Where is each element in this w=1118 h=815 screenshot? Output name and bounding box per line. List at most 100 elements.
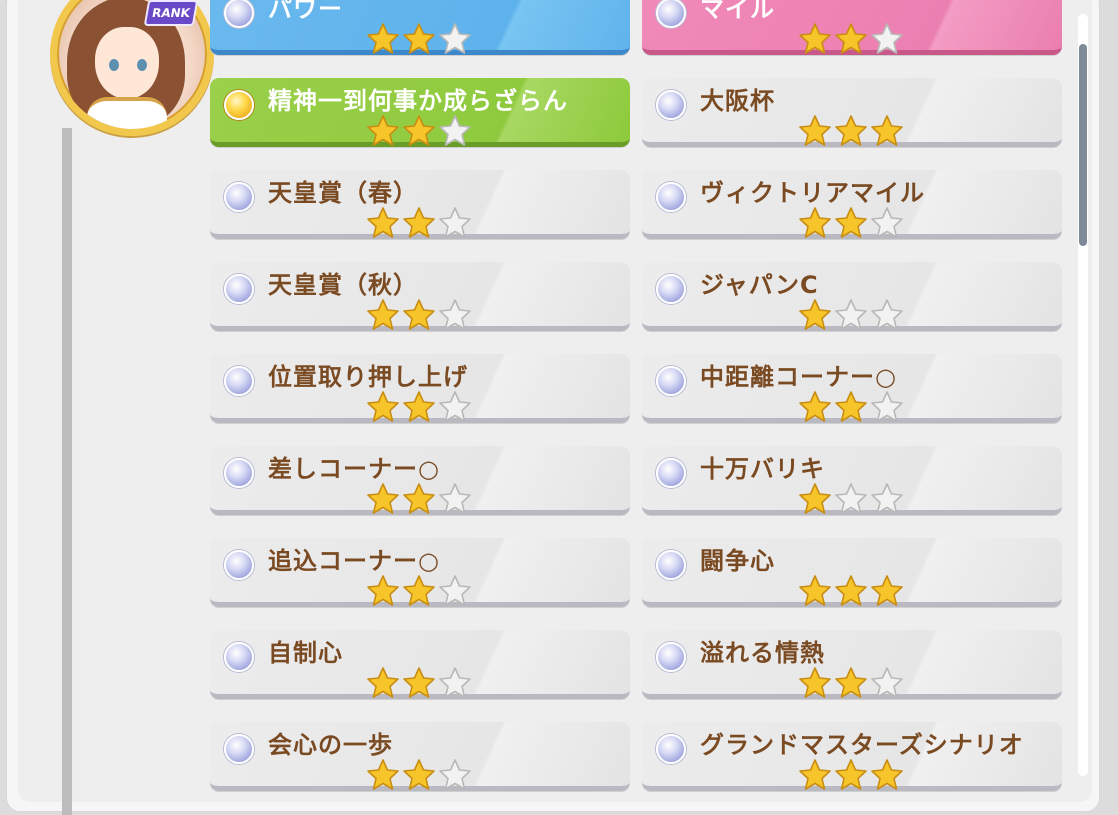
star-rating (798, 482, 904, 514)
skill-label: ジャパンC (700, 271, 819, 299)
silver-orb-icon (224, 366, 254, 396)
silver-orb-icon (656, 550, 686, 580)
star-filled-icon (403, 299, 435, 330)
star-filled-icon (367, 759, 399, 790)
star-empty-icon (439, 483, 471, 514)
star-filled-icon (367, 575, 399, 606)
star-filled-icon (367, 667, 399, 698)
star-empty-icon (835, 483, 867, 514)
skill-label: 位置取り押し上げ (268, 363, 468, 391)
star-rating (366, 758, 472, 790)
skill-label: 差しコーナー○ (268, 455, 440, 483)
star-empty-icon (439, 23, 471, 54)
portrait-eye-right (137, 59, 147, 71)
star-rating (366, 298, 472, 330)
skill-card[interactable]: 溢れる情熱 (642, 630, 1062, 699)
skill-card[interactable]: 追込コーナー○ (210, 538, 630, 607)
silver-orb-icon (224, 182, 254, 212)
star-rating (798, 390, 904, 422)
scrollbar-thumb[interactable] (1079, 44, 1087, 246)
silver-orb-icon (656, 734, 686, 764)
star-filled-icon (403, 391, 435, 422)
star-filled-icon (871, 759, 903, 790)
skill-card[interactable]: 精神一到何事か成らざらん (210, 78, 630, 147)
portrait-face (95, 27, 159, 99)
silver-orb-icon (224, 550, 254, 580)
star-rating (798, 298, 904, 330)
star-rating (798, 574, 904, 606)
gold-orb-icon (224, 90, 254, 120)
silver-orb-icon (224, 274, 254, 304)
skill-label: グランドマスターズシナリオ (700, 731, 1024, 759)
star-filled-icon (367, 483, 399, 514)
skill-card[interactable]: 差しコーナー○ (210, 446, 630, 515)
star-rating (366, 390, 472, 422)
skill-label: 精神一到何事か成らざらん (268, 87, 568, 115)
silver-orb-icon (224, 642, 254, 672)
star-filled-icon (799, 207, 831, 238)
star-empty-icon (871, 483, 903, 514)
silver-orb-icon (656, 642, 686, 672)
skill-card[interactable]: 十万バリキ (642, 446, 1062, 515)
star-rating (798, 22, 904, 54)
skill-card[interactable]: パワー (210, 0, 630, 55)
timeline-bar (62, 128, 72, 815)
skill-card[interactable]: 会心の一歩 (210, 722, 630, 791)
star-rating (798, 206, 904, 238)
skill-card[interactable]: ヴィクトリアマイル (642, 170, 1062, 239)
skill-label: 十万バリキ (700, 455, 825, 483)
skill-card[interactable]: 天皇賞（春） (210, 170, 630, 239)
star-empty-icon (439, 299, 471, 330)
silver-orb-icon (224, 734, 254, 764)
skill-label: 自制心 (268, 639, 343, 667)
rank-badge: RANK (143, 0, 199, 26)
star-filled-icon (835, 759, 867, 790)
skill-label: 会心の一歩 (268, 731, 393, 759)
star-rating (798, 666, 904, 698)
skill-label: 中距離コーナー○ (700, 363, 897, 391)
silver-orb-icon (224, 458, 254, 488)
star-empty-icon (439, 207, 471, 238)
skill-label: ヴィクトリアマイル (700, 179, 925, 207)
star-empty-icon (439, 667, 471, 698)
star-empty-icon (439, 115, 471, 146)
star-filled-icon (367, 391, 399, 422)
star-rating (366, 206, 472, 238)
star-filled-icon (835, 23, 867, 54)
star-rating (366, 114, 472, 146)
silver-orb-icon (224, 0, 254, 28)
star-filled-icon (367, 299, 399, 330)
skill-card[interactable]: 自制心 (210, 630, 630, 699)
star-rating (366, 482, 472, 514)
star-filled-icon (799, 575, 831, 606)
star-filled-icon (403, 483, 435, 514)
star-rating (798, 758, 904, 790)
star-empty-icon (871, 299, 903, 330)
skill-card[interactable]: 闘争心 (642, 538, 1062, 607)
star-filled-icon (835, 575, 867, 606)
star-filled-icon (403, 759, 435, 790)
star-empty-icon (439, 575, 471, 606)
star-filled-icon (403, 575, 435, 606)
skill-label: 天皇賞（秋） (268, 271, 418, 299)
star-filled-icon (871, 115, 903, 146)
star-empty-icon (871, 207, 903, 238)
silver-orb-icon (656, 458, 686, 488)
star-rating (798, 114, 904, 146)
star-empty-icon (439, 759, 471, 790)
skill-card[interactable]: 位置取り押し上げ (210, 354, 630, 423)
star-rating (366, 574, 472, 606)
skill-card[interactable]: 天皇賞（秋） (210, 262, 630, 331)
star-empty-icon (835, 299, 867, 330)
silver-orb-icon (656, 366, 686, 396)
skill-card[interactable]: 大阪杯 (642, 78, 1062, 147)
star-filled-icon (835, 207, 867, 238)
star-filled-icon (835, 115, 867, 146)
portrait-eye-left (109, 59, 119, 71)
silver-orb-icon (656, 182, 686, 212)
star-filled-icon (799, 299, 831, 330)
skill-card[interactable]: グランドマスターズシナリオ (642, 722, 1062, 791)
skill-card[interactable]: ジャパンC (642, 262, 1062, 331)
skill-card[interactable]: マイル (642, 0, 1062, 55)
skill-card[interactable]: 中距離コーナー○ (642, 354, 1062, 423)
